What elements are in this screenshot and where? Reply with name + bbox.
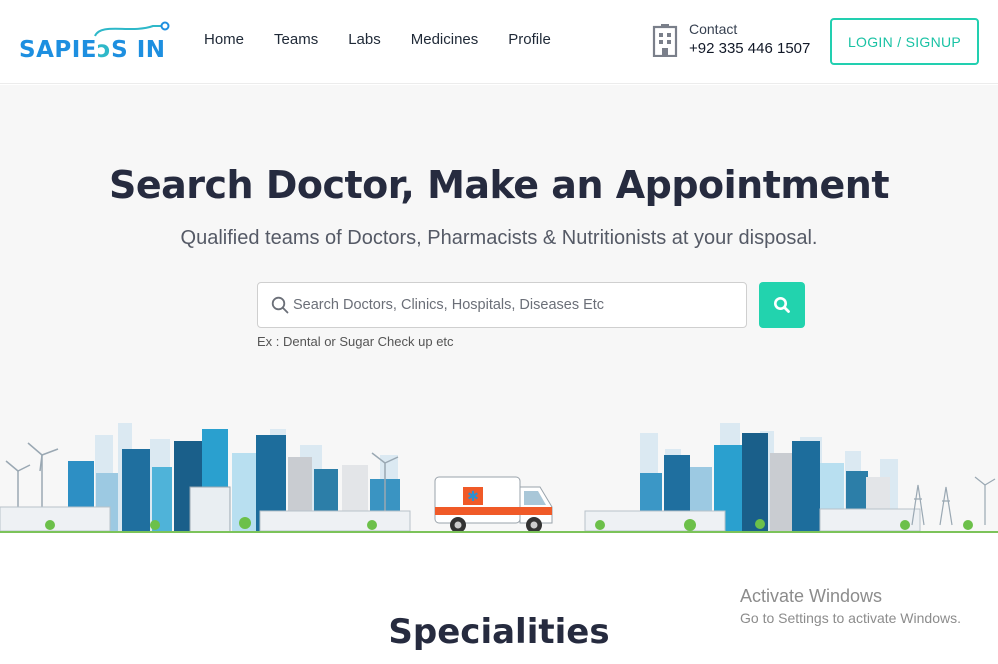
windows-activation-watermark: Activate Windows Go to Settings to activ… [740, 586, 961, 626]
contact-info: Contact +92 335 446 1507 [652, 20, 810, 59]
hero-section: Search Doctor, Make an Appointment Quali… [0, 85, 998, 533]
search-button[interactable] [759, 282, 805, 328]
ambulance-graphic: ✱ [434, 476, 553, 533]
contact-phone[interactable]: +92 335 446 1507 [689, 39, 810, 59]
nav-teams[interactable]: Teams [274, 31, 318, 48]
logo-text: SAPIEↄS IN [19, 37, 166, 63]
nav-profile[interactable]: Profile [508, 31, 551, 48]
search-icon [774, 297, 790, 313]
main-nav: Home Teams Labs Medicines Profile [204, 31, 581, 48]
svg-text:✱: ✱ [467, 489, 479, 505]
nav-medicines[interactable]: Medicines [411, 31, 479, 48]
search-input[interactable] [293, 285, 733, 325]
building-icon [652, 23, 678, 57]
stethoscope-icon [94, 21, 170, 37]
watermark-subtitle: Go to Settings to activate Windows. [740, 610, 961, 626]
login-signup-button[interactable]: LOGIN / SIGNUP [830, 18, 979, 65]
search-icon [271, 296, 289, 314]
nav-labs[interactable]: Labs [348, 31, 381, 48]
city-skyline-illustration: ✱ [0, 423, 998, 533]
search-box [257, 282, 747, 328]
search-hint: Ex : Dental or Sugar Check up etc [257, 334, 454, 349]
contact-label: Contact [689, 21, 738, 37]
site-header: SAPIEↄS IN Home Teams Labs Medicines Pro… [0, 0, 998, 84]
nav-home[interactable]: Home [204, 31, 244, 48]
brand-logo[interactable]: SAPIEↄS IN [19, 21, 170, 63]
logo-stethoscope-o: ↄ [97, 37, 112, 63]
hero-title: Search Doctor, Make an Appointment [109, 163, 889, 207]
hero-subtitle: Qualified teams of Doctors, Pharmacists … [180, 227, 818, 249]
watermark-title: Activate Windows [740, 586, 883, 606]
